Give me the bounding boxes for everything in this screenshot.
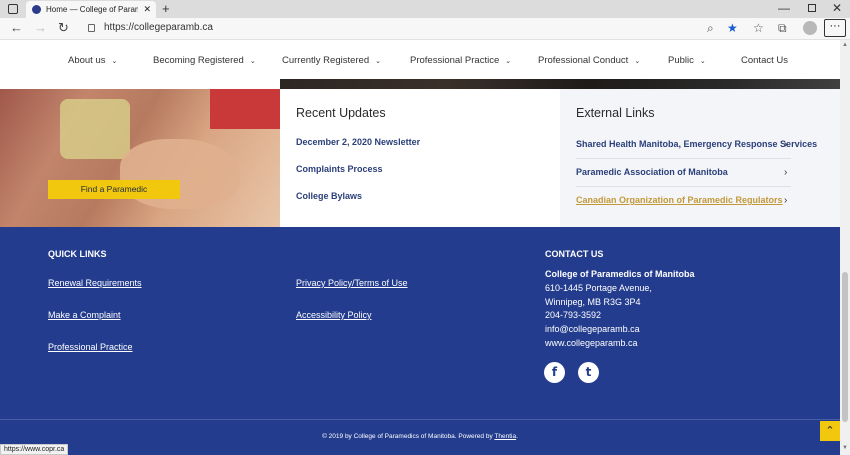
chevron-down-icon: ⌄ <box>111 58 118 65</box>
defibrillator-graphic <box>60 99 130 159</box>
find-paramedic-button[interactable]: Find a Paramedic <box>48 180 180 199</box>
footer-link-professional-practice[interactable]: Professional Practice <box>48 342 133 352</box>
contact-address-line2: Winnipeg, MB R3G 3P4 <box>545 297 641 307</box>
footer-link-accessibility[interactable]: Accessibility Policy <box>296 310 372 320</box>
external-link-copr[interactable]: Canadian Organization of Paramedic Regul… <box>576 195 783 205</box>
contact-heading: CONTACT US <box>545 249 604 259</box>
external-links-title: External Links <box>576 106 655 120</box>
nav-label: Currently Registered <box>282 55 370 66</box>
nav-item-professional-practice[interactable]: Professional Practice ⌄ <box>410 55 511 66</box>
external-links-panel: External Links Shared Health Manitoba, E… <box>560 89 840 227</box>
footer-link-complaint[interactable]: Make a Complaint <box>48 310 121 320</box>
browser-toolbar: ← → ↻ https://collegeparamb.ca ⌕ ★ ☆ ⧉ ·… <box>0 18 850 40</box>
footer-divider <box>0 419 840 420</box>
tab-actions-icon[interactable] <box>8 4 18 14</box>
scroll-up-icon[interactable]: ▲ <box>842 42 848 48</box>
contact-phone[interactable]: 204-793-3592 <box>545 310 601 320</box>
facebook-icon[interactable]: f <box>544 362 565 383</box>
profile-avatar[interactable] <box>803 21 817 35</box>
new-tab-button[interactable]: + <box>162 1 170 16</box>
favorite-star-icon[interactable]: ★ <box>727 21 738 35</box>
window-close-icon[interactable]: ✕ <box>832 1 842 15</box>
thentia-link[interactable]: Thentia <box>494 433 516 440</box>
hero-image-strip <box>280 79 840 89</box>
contact-email[interactable]: info@collegeparamb.ca <box>545 324 640 334</box>
external-link-paramedic-association[interactable]: Paramedic Association of Manitoba <box>576 167 728 177</box>
chevron-right-icon[interactable]: › <box>784 195 787 206</box>
copyright-prefix: © 2019 by College of Paramedics of Manit… <box>322 433 495 440</box>
back-icon[interactable]: ← <box>10 20 23 35</box>
copyright-suffix: . <box>516 433 518 440</box>
contact-website[interactable]: www.collegeparamb.ca <box>545 338 638 348</box>
site-navigation: About us ⌄ Becoming Registered ⌄ Currently… <box>0 40 840 80</box>
external-link-row[interactable]: Paramedic Association of Manitoba <box>576 159 791 187</box>
collections-icon[interactable]: ⧉ <box>778 21 787 36</box>
browser-tab-bar: Home — College of Paramedics ✕ + — ✕ <box>0 0 850 18</box>
external-link-row[interactable]: Canadian Organization of Paramedic Regul… <box>576 187 791 215</box>
nav-item-about-us[interactable]: About us ⌄ <box>68 55 117 66</box>
nav-label: Contact Us <box>741 55 788 66</box>
uniform-graphic <box>210 89 280 129</box>
chevron-down-icon: ⌄ <box>249 58 256 65</box>
paramedic-photo <box>0 89 280 227</box>
chevron-down-icon: ⌄ <box>505 58 512 65</box>
scrollbar-thumb[interactable] <box>842 272 848 422</box>
nav-item-professional-conduct[interactable]: Professional Conduct ⌄ <box>538 55 640 66</box>
forward-icon[interactable]: → <box>34 20 47 35</box>
copyright-text: © 2019 by College of Paramedics of Manit… <box>0 433 840 440</box>
chevron-right-icon[interactable]: › <box>784 139 787 150</box>
status-bar-url: https://www.copr.ca <box>0 444 69 455</box>
scroll-down-icon[interactable]: ▼ <box>842 445 848 451</box>
contact-address-line1: 610-1445 Portage Avenue, <box>545 283 652 293</box>
recent-updates-title: Recent Updates <box>296 106 386 120</box>
chevron-right-icon[interactable]: › <box>784 167 787 178</box>
footer-link-renewal[interactable]: Renewal Requirements <box>48 278 142 288</box>
update-link-bylaws[interactable]: College Bylaws <box>296 191 362 201</box>
chevron-down-icon: ⌄ <box>699 58 706 65</box>
back-to-top-button[interactable]: ⌃ <box>820 421 840 441</box>
chevron-down-icon: ⌄ <box>634 58 641 65</box>
zoom-icon[interactable]: ⌕ <box>707 21 714 36</box>
site-footer: QUICK LINKS Renewal Requirements Make a … <box>0 227 840 455</box>
tab-title: Home — College of Paramedics <box>46 5 138 14</box>
nav-item-becoming-registered[interactable]: Becoming Registered ⌄ <box>153 55 256 66</box>
favorites-icon[interactable]: ☆ <box>753 21 764 35</box>
browser-tab[interactable]: Home — College of Paramedics ✕ <box>26 1 156 18</box>
page-scrollbar[interactable]: ▲ ▼ <box>840 40 850 455</box>
nav-label: Becoming Registered <box>153 55 244 66</box>
nav-item-currently-registered[interactable]: Currently Registered ⌄ <box>282 55 381 66</box>
recent-updates-panel: Recent Updates December 2, 2020 Newslett… <box>280 89 560 227</box>
update-link-newsletter[interactable]: December 2, 2020 Newsletter <box>296 137 420 147</box>
maximize-icon[interactable] <box>808 4 816 12</box>
nav-label: Professional Conduct <box>538 55 629 66</box>
external-link-shared-health[interactable]: Shared Health Manitoba, Emergency Respon… <box>576 139 817 149</box>
chevron-up-icon: ⌃ <box>825 425 835 437</box>
minimize-icon[interactable]: — <box>778 1 790 15</box>
lock-icon[interactable] <box>88 24 95 32</box>
address-bar[interactable]: https://collegeparamb.ca <box>104 22 213 33</box>
site-favicon-icon <box>32 5 41 14</box>
footer-link-privacy[interactable]: Privacy Policy/Terms of Use <box>296 278 408 288</box>
nav-item-public[interactable]: Public ⌄ <box>668 55 706 66</box>
nav-label: About us <box>68 55 106 66</box>
chevron-down-icon: ⌄ <box>375 58 381 65</box>
tab-close-icon[interactable]: ✕ <box>143 4 151 15</box>
nav-label: Professional Practice <box>410 55 500 66</box>
external-link-row[interactable]: Shared Health Manitoba, Emergency Respon… <box>576 131 817 159</box>
nav-label: Public <box>668 55 694 66</box>
refresh-icon[interactable]: ↻ <box>58 20 69 36</box>
nav-item-contact-us[interactable]: Contact Us <box>741 55 788 66</box>
update-link-complaints[interactable]: Complaints Process <box>296 164 383 174</box>
more-menu-icon[interactable]: ··· <box>824 19 846 37</box>
quick-links-heading: QUICK LINKS <box>48 249 107 259</box>
twitter-icon[interactable]: t <box>578 362 599 383</box>
contact-org: College of Paramedics of Manitoba <box>545 269 695 279</box>
